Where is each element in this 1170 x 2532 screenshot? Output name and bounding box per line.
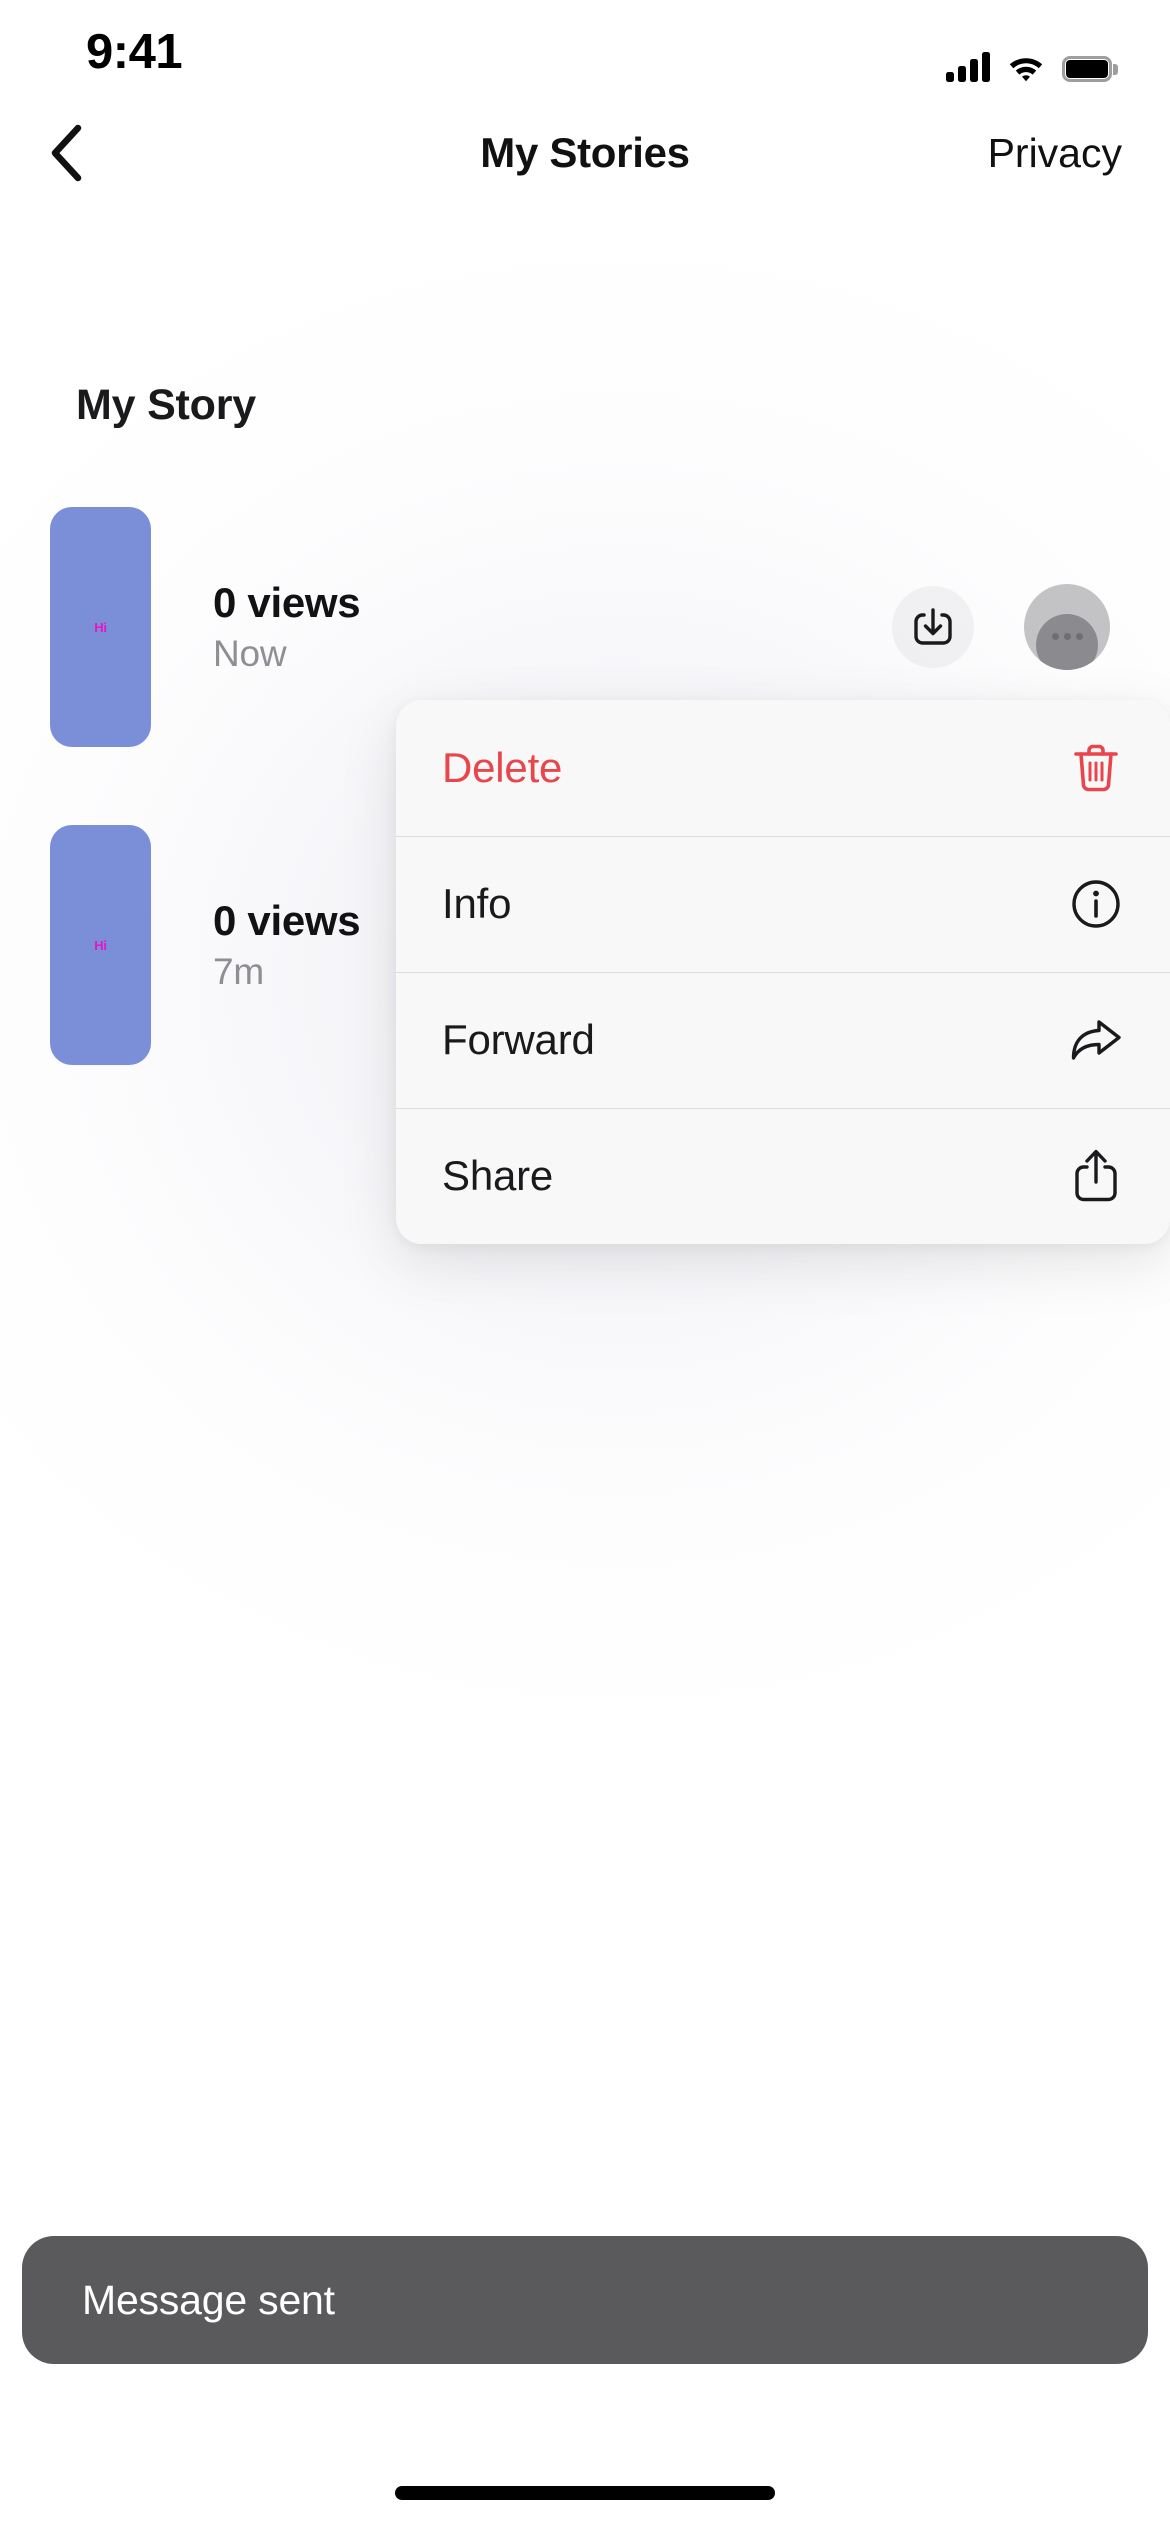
navigation-bar: My Stories Privacy — [0, 100, 1170, 206]
context-menu-item-forward[interactable]: Forward — [396, 972, 1170, 1108]
story-meta: 0 views Now — [213, 579, 361, 675]
story-thumbnail-text: Hi — [94, 937, 107, 953]
story-thumbnail[interactable]: Hi — [50, 507, 151, 747]
info-circle-icon — [1068, 876, 1124, 932]
wifi-icon — [1009, 58, 1043, 82]
forward-arrow-icon — [1068, 1012, 1124, 1068]
privacy-button[interactable]: Privacy — [988, 100, 1122, 206]
cellular-signal-icon — [946, 52, 990, 82]
status-bar-time: 9:41 — [86, 25, 183, 79]
context-menu-label: Share — [442, 1152, 554, 1199]
story-timestamp: 7m — [213, 951, 264, 992]
context-menu-item-delete[interactable]: Delete — [396, 700, 1170, 836]
toast-message: Message sent — [22, 2236, 1148, 2364]
story-row-actions — [892, 584, 1110, 670]
share-icon — [1068, 1148, 1124, 1204]
app-screen: 9:41 My Stories Privacy My Story Hi 0 vi… — [0, 0, 1170, 2532]
context-menu-label: Forward — [442, 1016, 595, 1063]
home-indicator[interactable] — [395, 2486, 775, 2500]
download-icon — [914, 608, 952, 645]
story-meta: 0 views 7m — [213, 897, 361, 993]
context-menu: Delete Info Forward Share — [396, 700, 1170, 1244]
context-menu-backdrop[interactable] — [0, 0, 1170, 2532]
story-view-count: 0 views — [213, 579, 361, 626]
battery-full-icon — [1062, 56, 1118, 82]
avatar-placeholder-icon — [1036, 614, 1098, 670]
status-bar: 9:41 — [0, 0, 1170, 100]
story-view-count: 0 views — [213, 897, 361, 944]
story-thumbnail-text: Hi — [94, 619, 107, 635]
section-title-my-story: My Story — [76, 381, 256, 429]
download-button[interactable] — [892, 586, 974, 668]
context-menu-item-share[interactable]: Share — [396, 1108, 1170, 1244]
story-timestamp: Now — [213, 633, 287, 674]
context-menu-label: Delete — [442, 744, 563, 791]
avatar[interactable] — [1024, 584, 1110, 670]
context-menu-item-info[interactable]: Info — [396, 836, 1170, 972]
trash-icon — [1068, 740, 1124, 796]
status-bar-indicators — [946, 46, 1118, 82]
context-menu-label: Info — [442, 880, 512, 927]
story-thumbnail[interactable]: Hi — [50, 825, 151, 1065]
toast-text: Message sent — [82, 2276, 335, 2323]
